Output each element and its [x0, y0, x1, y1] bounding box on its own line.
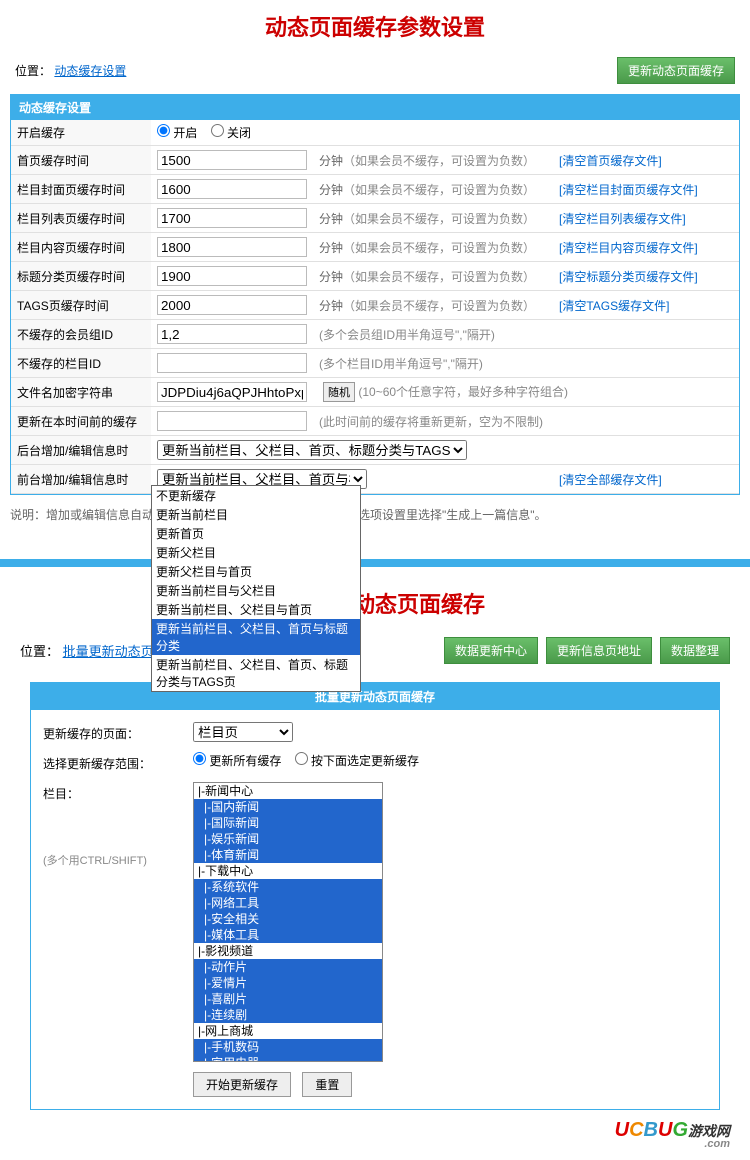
category-listbox[interactable]: |-新闻中心 |-国内新闻 |-国际新闻 |-娱乐新闻 |-体育新闻|-下载中心…: [193, 782, 383, 1062]
category-item[interactable]: |-连续剧: [194, 1007, 382, 1023]
cache-time-input[interactable]: [157, 150, 307, 170]
row-cat-label: 栏目：: [43, 785, 193, 802]
start-update-button[interactable]: 开始更新缓存: [193, 1072, 291, 1097]
category-item[interactable]: |-新闻中心: [194, 783, 382, 799]
cache-row-label: 栏目封面页缓存时间: [11, 175, 151, 204]
cache-row-label: TAGS页缓存时间: [11, 291, 151, 320]
row-scope-label: 选择更新缓存范围：: [43, 752, 193, 772]
dropdown-option[interactable]: 更新父栏目: [152, 543, 360, 562]
category-item[interactable]: |-下载中心: [194, 863, 382, 879]
breadcrumb-link-1[interactable]: 动态缓存设置: [54, 64, 126, 78]
beforetime-input[interactable]: [157, 411, 307, 431]
clear-cache-link[interactable]: [清空栏目封面页缓存文件]: [559, 183, 698, 197]
radio-on[interactable]: [157, 124, 170, 137]
dropdown-option[interactable]: 更新首页: [152, 524, 360, 543]
category-item[interactable]: |-家用电器: [194, 1055, 382, 1062]
category-item[interactable]: |-手机数码: [194, 1039, 382, 1055]
batch-panel: 批量更新动态页面缓存 更新缓存的页面： 栏目页 选择更新缓存范围： 更新所有缓存…: [30, 682, 720, 1110]
category-item[interactable]: |-喜剧片: [194, 991, 382, 1007]
note-row: 说明：增加或编辑信息自动会更选项设置里选择"生成上一篇信息"。: [0, 500, 750, 529]
row-nocat-label: 不缓存的栏目ID: [11, 349, 151, 378]
category-item[interactable]: |-系统软件: [194, 879, 382, 895]
clear-cache-link[interactable]: [清空标题分类页缓存文件]: [559, 270, 698, 284]
page-title-1: 动态页面缓存参数设置: [0, 0, 750, 52]
dropdown-option[interactable]: 更新父栏目与首页: [152, 562, 360, 581]
clear-cache-link[interactable]: [清空首页缓存文件]: [559, 154, 662, 168]
batch-panel-header: 批量更新动态页面缓存: [31, 683, 719, 710]
breadcrumb-label-2: 位置：: [20, 644, 59, 659]
page-type-select[interactable]: 栏目页: [193, 722, 293, 742]
cache-row-label: 栏目列表页缓存时间: [11, 204, 151, 233]
scope-all-label[interactable]: 更新所有缓存: [193, 754, 281, 768]
row-nogroup-label: 不缓存的会员组ID: [11, 320, 151, 349]
row-enable-label: 开启缓存: [11, 120, 151, 146]
radio-on-label[interactable]: 开启: [157, 126, 197, 140]
reset-button[interactable]: 重置: [302, 1072, 352, 1097]
row-page-label: 更新缓存的页面：: [43, 722, 193, 742]
category-item[interactable]: |-爱情片: [194, 975, 382, 991]
row-frontend-label: 前台增加/编辑信息时: [11, 465, 151, 494]
encrypt-hint: (10~60个任意字符，最好多种字符组合): [358, 385, 568, 399]
category-item[interactable]: |-网上商城: [194, 1023, 382, 1039]
dropdown-option[interactable]: 更新当前栏目、父栏目、首页、标题分类与TAGS页: [152, 655, 360, 691]
random-button[interactable]: 随机: [323, 382, 355, 402]
clear-cache-link[interactable]: [清空栏目列表缓存文件]: [559, 212, 686, 226]
panel-header: 动态缓存设置: [11, 95, 739, 120]
nav-button[interactable]: 数据整理: [660, 637, 730, 664]
cache-time-input[interactable]: [157, 179, 307, 199]
page-title-2: 批量更新动态页面缓存: [0, 577, 750, 629]
dropdown-option[interactable]: 更新当前栏目、父栏目与首页: [152, 600, 360, 619]
radio-off-label[interactable]: 关闭: [211, 126, 251, 140]
clear-cache-link[interactable]: [清空TAGS缓存文件]: [559, 299, 669, 313]
row-backend-label: 后台增加/编辑信息时: [11, 436, 151, 465]
scope-all-radio[interactable]: [193, 752, 206, 765]
nogroup-hint: (多个会员组ID用半角逗号","隔开): [313, 320, 739, 349]
cache-time-input[interactable]: [157, 295, 307, 315]
cache-time-input[interactable]: [157, 237, 307, 257]
breadcrumb-1: 位置： 动态缓存设置: [15, 62, 126, 79]
category-item[interactable]: |-媒体工具: [194, 927, 382, 943]
clear-all-cache-link[interactable]: [清空全部缓存文件]: [559, 473, 662, 487]
nocat-input[interactable]: [157, 353, 307, 373]
cache-row-label: 首页缓存时间: [11, 146, 151, 175]
cache-row-label: 标题分类页缓存时间: [11, 262, 151, 291]
clear-cache-link[interactable]: [清空栏目内容页缓存文件]: [559, 241, 698, 255]
update-cache-button[interactable]: 更新动态页面缓存: [617, 57, 735, 84]
category-item[interactable]: |-网络工具: [194, 895, 382, 911]
cache-row-label: 栏目内容页缓存时间: [11, 233, 151, 262]
settings-panel: 动态缓存设置 开启缓存 开启 关闭 首页缓存时间 分钟（如果会员不缓存，可设置为…: [10, 94, 740, 495]
nav-button[interactable]: 数据更新中心: [444, 637, 538, 664]
category-item[interactable]: |-安全相关: [194, 911, 382, 927]
cache-time-input[interactable]: [157, 208, 307, 228]
dropdown-option[interactable]: 不更新缓存: [152, 486, 360, 505]
nav-button[interactable]: 更新信息页地址: [546, 637, 652, 664]
encrypt-input[interactable]: [157, 382, 307, 402]
category-item[interactable]: |-影视频道: [194, 943, 382, 959]
nogroup-input[interactable]: [157, 324, 307, 344]
dropdown-option[interactable]: 更新当前栏目、父栏目、首页与标题分类: [152, 619, 360, 655]
category-item[interactable]: |-动作片: [194, 959, 382, 975]
site-logo: UCBUG游戏网 .com: [615, 1119, 730, 1150]
beforetime-hint: (此时间前的缓存将重新更新，空为不限制): [313, 407, 739, 436]
cache-time-input[interactable]: [157, 266, 307, 286]
scope-selected-radio[interactable]: [295, 752, 308, 765]
breadcrumb-label: 位置：: [15, 64, 51, 78]
category-item[interactable]: |-国际新闻: [194, 815, 382, 831]
dropdown-option[interactable]: 更新当前栏目: [152, 505, 360, 524]
dropdown-option[interactable]: 更新当前栏目与父栏目: [152, 581, 360, 600]
category-item[interactable]: |-国内新闻: [194, 799, 382, 815]
backend-select[interactable]: 更新当前栏目、父栏目、首页、标题分类与TAGS页: [157, 440, 467, 460]
row-cat-hint: (多个用CTRL/SHIFT): [43, 852, 193, 868]
frontend-dropdown-list[interactable]: 不更新缓存更新当前栏目更新首页更新父栏目更新父栏目与首页更新当前栏目与父栏目更新…: [151, 485, 361, 692]
category-item[interactable]: |-娱乐新闻: [194, 831, 382, 847]
category-item[interactable]: |-体育新闻: [194, 847, 382, 863]
row-beforetime-label: 更新在本时间前的缓存: [11, 407, 151, 436]
scope-selected-label[interactable]: 按下面选定更新缓存: [295, 754, 419, 768]
nocat-hint: (多个栏目ID用半角逗号","隔开): [313, 349, 739, 378]
row-encrypt-label: 文件名加密字符串: [11, 378, 151, 407]
divider: [0, 559, 750, 567]
radio-off[interactable]: [211, 124, 224, 137]
